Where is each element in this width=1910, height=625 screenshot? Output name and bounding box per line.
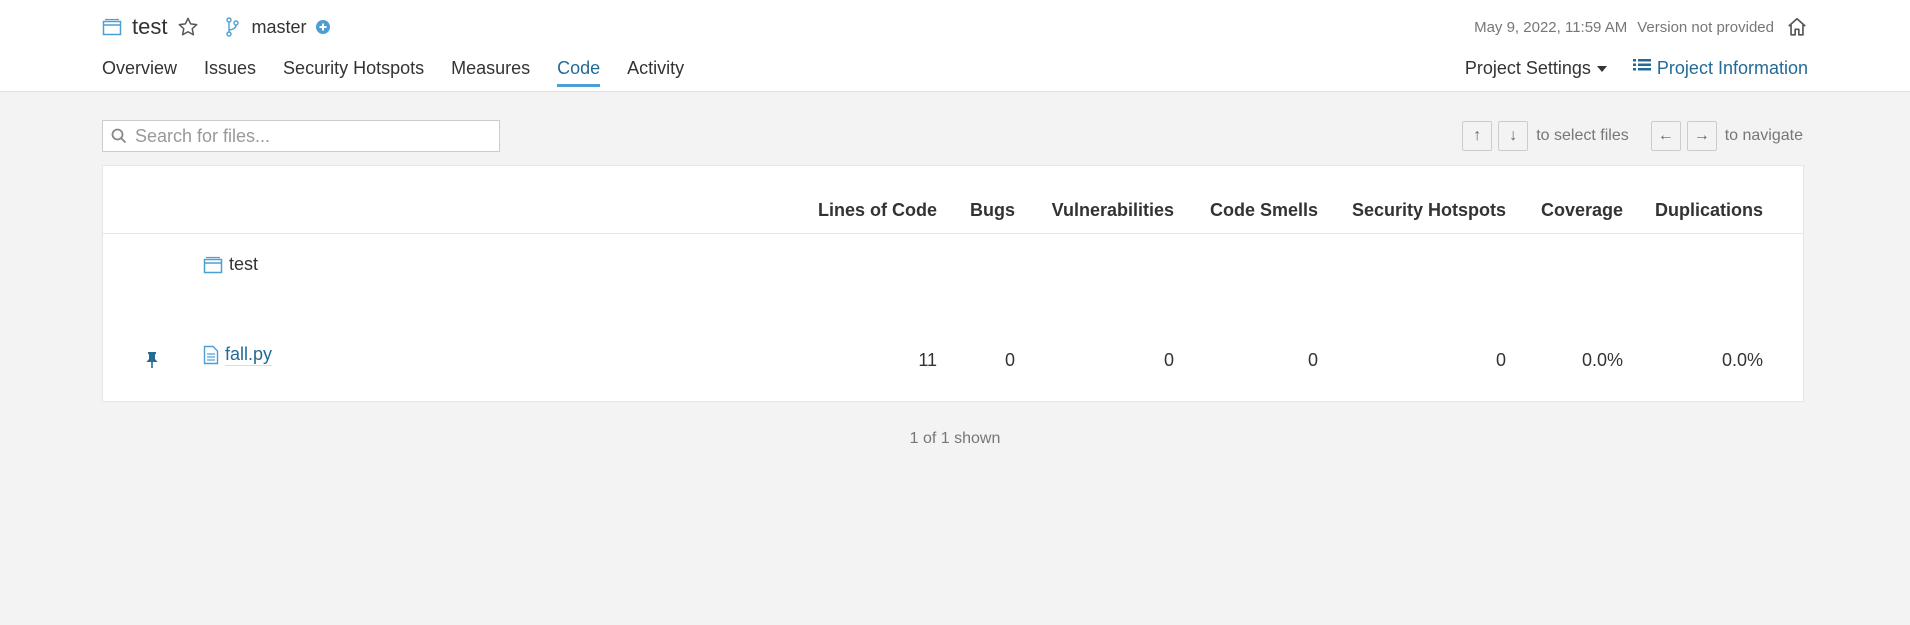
code-table: Lines of Code Bugs Vulnerabilities Code … <box>102 165 1804 402</box>
directory-name: test <box>229 254 259 274</box>
project-actions: Project Settings Project Information <box>1465 58 1808 79</box>
plus-circle-icon[interactable] <box>316 20 331 34</box>
search-input[interactable] <box>133 124 497 148</box>
column-code-smells: Code Smells <box>1209 200 1318 220</box>
keyboard-hints: ↑ ↓ to select files ← → to navigate <box>1462 121 1803 151</box>
cell-duplications: 0.0% <box>1721 350 1763 370</box>
table-row: fall.py <box>203 344 273 366</box>
column-security-hotspots: Security Hotspots <box>1351 200 1506 220</box>
column-vulnerabilities: Vulnerabilities <box>1051 200 1174 220</box>
tab-issues[interactable]: Issues <box>204 58 256 87</box>
project-settings-menu[interactable]: Project Settings <box>1465 58 1607 79</box>
project-tabs: Overview Issues Security Hotspots Measur… <box>102 58 684 87</box>
column-bugs: Bugs <box>970 200 1015 220</box>
file-icon <box>203 345 219 365</box>
arrow-down-key: ↓ <box>1498 121 1529 151</box>
results-count: 1 of 1 shown <box>909 430 1001 447</box>
select-files-hint: to select files <box>1536 127 1629 144</box>
home-icon[interactable] <box>1786 16 1808 38</box>
cell-security-hotspots: 0 <box>1495 350 1506 370</box>
table-header: Lines of Code Bugs Vulnerabilities Code … <box>103 166 1803 234</box>
pin-icon[interactable] <box>145 351 159 374</box>
arrow-right-key: → <box>1686 121 1717 151</box>
column-coverage: Coverage <box>1540 200 1623 220</box>
directory-row: test <box>203 254 258 275</box>
file-search-box <box>102 120 500 152</box>
column-lines-of-code: Lines of Code <box>817 200 937 220</box>
tab-overview[interactable]: Overview <box>102 58 177 87</box>
project-information-label: Project Information <box>1656 58 1808 78</box>
project-settings-label: Project Settings <box>1464 58 1591 78</box>
search-icon <box>111 128 127 144</box>
tab-code[interactable]: Code <box>557 58 601 87</box>
project-icon <box>102 18 122 36</box>
version-label: Version not provided <box>1637 18 1774 36</box>
folder-icon <box>203 256 223 274</box>
file-link[interactable]: fall.py <box>225 344 273 366</box>
analysis-meta: May 9, 2022, 11:59 AM Version not provid… <box>1474 13 1808 41</box>
arrow-left-key: ← <box>1650 121 1681 151</box>
project-information-link[interactable]: Project Information <box>1632 58 1808 79</box>
cell-coverage: 0.0% <box>1581 350 1623 370</box>
tab-security-hotspots[interactable]: Security Hotspots <box>283 58 424 87</box>
project-header: test master <box>102 13 331 41</box>
arrow-up-key: ↑ <box>1462 121 1493 151</box>
cell-lines-of-code: 11 <box>918 350 937 370</box>
tab-measures[interactable]: Measures <box>451 58 530 87</box>
project-name[interactable]: test <box>132 14 167 40</box>
column-duplications: Duplications <box>1654 200 1763 220</box>
branch-name[interactable]: master <box>251 17 306 38</box>
navigate-hint: to navigate <box>1724 127 1803 144</box>
cell-code-smells: 0 <box>1307 350 1318 370</box>
caret-down-icon <box>1596 65 1607 72</box>
cell-vulnerabilities: 0 <box>1163 350 1174 370</box>
branch-icon <box>225 17 240 37</box>
tab-activity[interactable]: Activity <box>627 58 684 87</box>
top-navigation: test master May 9, 2022, 11:59 AM Versio… <box>0 0 1910 92</box>
analysis-date: May 9, 2022, 11:59 AM <box>1474 18 1628 36</box>
cell-bugs: 0 <box>1004 350 1015 370</box>
list-icon <box>1632 58 1651 79</box>
star-icon[interactable] <box>177 16 199 38</box>
